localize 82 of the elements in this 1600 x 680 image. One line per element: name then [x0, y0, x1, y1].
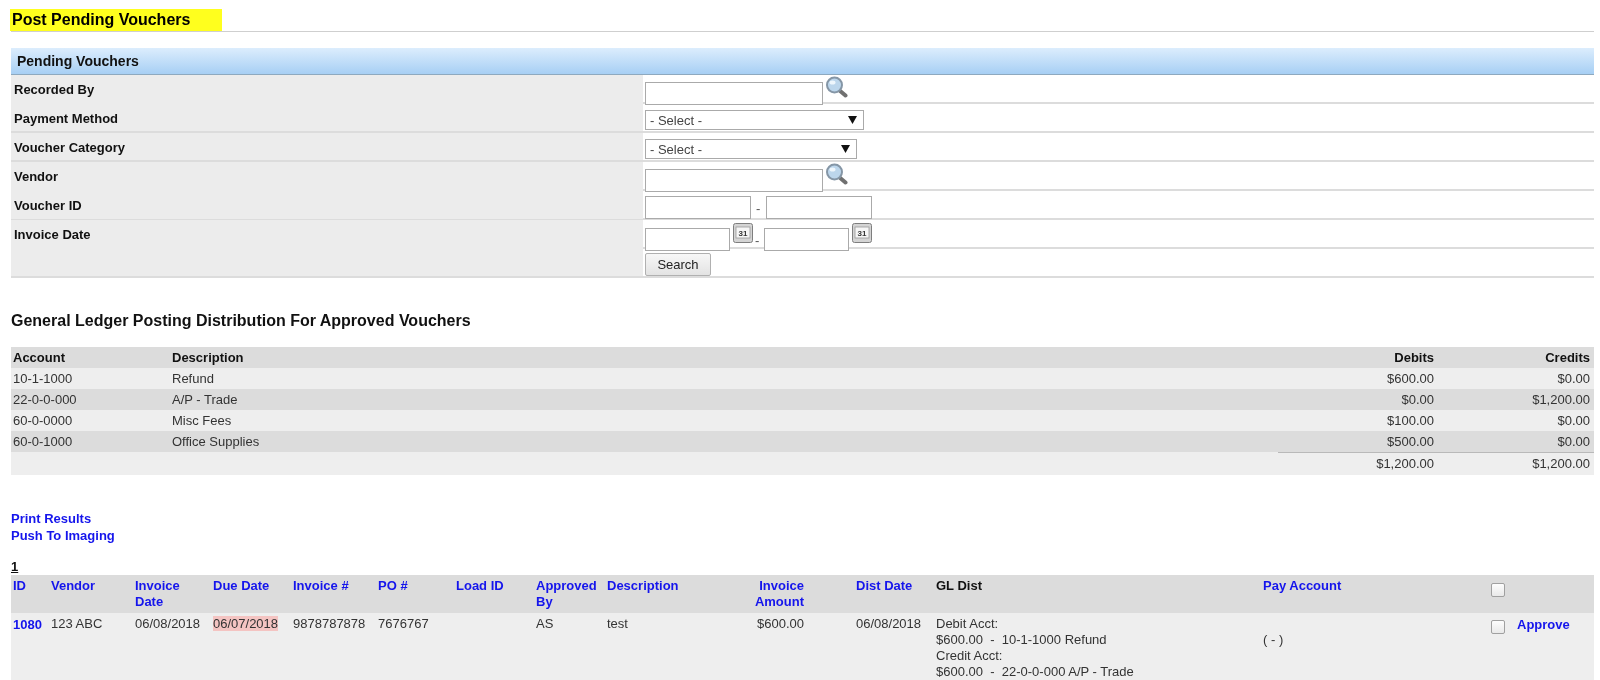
- approve-link[interactable]: Approve: [1517, 617, 1570, 632]
- total-cell: $1,200.00: [1436, 452, 1594, 475]
- table-cell-text: $500.00: [1386, 433, 1435, 451]
- table-cell-text: $0.00: [1556, 412, 1591, 430]
- section-title: General Ledger Posting Distribution For Approved Vouchers: [11, 312, 472, 330]
- table-cell-text: $0.00: [1400, 391, 1435, 409]
- table-cell-text: $0.00: [1556, 370, 1591, 388]
- table-cell-text: $100.00: [1386, 412, 1435, 430]
- table-cell-text: Refund: [171, 370, 215, 388]
- column-header[interactable]: Invoice Amount: [735, 575, 854, 613]
- caret-icon: [841, 145, 850, 153]
- field-label: Voucher ID: [11, 191, 643, 219]
- table-cell-text: 7676767: [377, 615, 430, 633]
- calendar-icon[interactable]: 31: [852, 223, 873, 243]
- search-button[interactable]: Search: [645, 253, 711, 276]
- input-field[interactable]: [766, 196, 873, 219]
- action-link[interactable]: Push To Imaging: [11, 527, 115, 544]
- search-icon[interactable]: [825, 163, 848, 185]
- table-cell-text: test: [606, 615, 629, 633]
- page-title: Post Pending Vouchers: [10, 9, 223, 31]
- input-field[interactable]: [645, 196, 751, 219]
- page-link[interactable]: 1: [11, 559, 19, 574]
- column-header[interactable]: Approved By: [534, 575, 605, 613]
- range-separator: -: [755, 201, 762, 217]
- column-header[interactable]: Invoice Date: [133, 575, 211, 613]
- table-cell-text: A/P - Trade: [171, 391, 239, 409]
- gl-dist-line: Credit Acct:: [936, 648, 1004, 664]
- field-label: Vendor: [11, 162, 643, 192]
- gl-dist-line: Debit Acct:: [936, 616, 1000, 632]
- date-field[interactable]: [645, 228, 730, 251]
- table-cell-text: $600.00: [1386, 370, 1435, 388]
- table-cell-text: 06/08/2018: [855, 615, 923, 633]
- column-header[interactable]: Load ID: [454, 575, 534, 613]
- search-icon[interactable]: [825, 76, 848, 98]
- table-cell-text: $600.00: [756, 615, 805, 633]
- table-cell-text: 22-0-0-000: [12, 391, 78, 409]
- column-header[interactable]: Description: [605, 575, 735, 613]
- column-header[interactable]: Pay Account: [1261, 575, 1489, 613]
- due-date: 06/07/2018: [213, 616, 279, 631]
- table-cell-text: 60-0-1000: [12, 433, 74, 451]
- column-header[interactable]: Invoice #: [291, 575, 376, 613]
- table-cell-text: AS: [535, 615, 555, 633]
- column-header[interactable]: PO #: [376, 575, 454, 613]
- table-cell-text: 06/08/2018: [134, 615, 202, 633]
- select-all-checkbox[interactable]: [1491, 583, 1505, 597]
- column-header: Account: [12, 349, 66, 367]
- column-header: GL Dist: [935, 577, 983, 595]
- table-cell-text: Misc Fees: [171, 412, 233, 430]
- table-cell-text: 10-1-1000: [12, 370, 74, 388]
- column-header: Debits: [1393, 349, 1435, 367]
- column-header[interactable]: Dist Date: [854, 575, 934, 613]
- column-header: Description: [171, 349, 245, 367]
- field-label: Invoice Date: [11, 220, 643, 251]
- calendar-icon[interactable]: 31: [733, 223, 753, 243]
- caret-icon: [848, 116, 857, 124]
- gl-dist-line: $600.00 - 10-1-1000 Refund: [936, 632, 1108, 648]
- input-field[interactable]: [645, 169, 823, 192]
- column-header: Credits: [1544, 349, 1591, 367]
- field-label: Payment Method: [11, 104, 643, 131]
- input-field[interactable]: [645, 82, 823, 105]
- column-header[interactable]: Due Date: [211, 575, 291, 613]
- table-cell-text: $1,200.00: [1531, 391, 1591, 409]
- table-cell-text: ( - ): [1262, 631, 1285, 649]
- range-separator: -: [754, 233, 761, 249]
- gl-dist-line: $600.00 - 22-0-0-000 A/P - Trade: [936, 664, 1135, 680]
- table-cell-text: 60-0-0000: [12, 412, 74, 430]
- column-header[interactable]: ID: [11, 575, 49, 613]
- field-label: Recorded By: [11, 75, 643, 105]
- voucher-id-link[interactable]: 1080: [13, 617, 42, 632]
- select-field[interactable]: - Select -: [645, 110, 864, 130]
- panel-title: Pending Vouchers: [17, 53, 139, 69]
- table-cell-text: 9878787878: [292, 615, 367, 633]
- date-field[interactable]: [764, 228, 850, 251]
- row-checkbox[interactable]: [1491, 620, 1505, 634]
- column-header[interactable]: Vendor: [49, 575, 133, 613]
- table-cell-text: 123 ABC: [50, 615, 104, 633]
- field-label: Voucher Category: [11, 133, 643, 160]
- action-link[interactable]: Print Results: [11, 510, 92, 527]
- table-cell-text: $0.00: [1556, 433, 1591, 451]
- total-cell: $1,200.00: [1278, 452, 1436, 475]
- table-cell-text: Office Supplies: [171, 433, 261, 451]
- select-field[interactable]: - Select -: [645, 139, 857, 159]
